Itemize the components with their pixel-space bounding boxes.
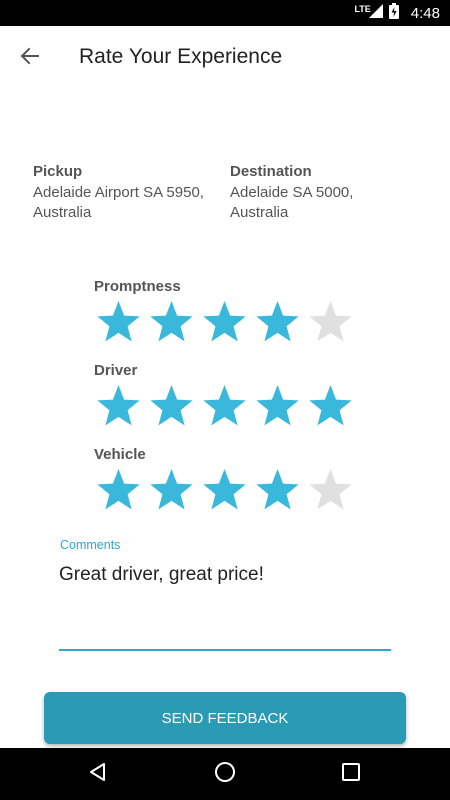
home-circle-icon	[214, 761, 236, 788]
comments-label: Comments	[60, 538, 121, 552]
star-icon[interactable]	[253, 382, 302, 431]
star-row-promptness	[94, 298, 364, 347]
signal-icon	[368, 3, 383, 23]
status-icons: LTE 4:48	[354, 0, 440, 26]
destination-address-line1: Adelaide SA 5000,	[230, 184, 354, 201]
star-icon[interactable]	[147, 466, 196, 515]
star-icon[interactable]	[306, 298, 355, 347]
rating-vehicle: Vehicle	[94, 446, 364, 515]
star-icon[interactable]	[94, 466, 143, 515]
star-icon[interactable]	[147, 298, 196, 347]
back-triangle-icon	[88, 762, 108, 787]
send-feedback-button[interactable]: SEND FEEDBACK	[44, 692, 406, 744]
navigation-bar	[0, 748, 450, 800]
battery-charging-icon	[388, 2, 399, 24]
destination-section: Destination Adelaide SA 5000, Australia	[230, 162, 420, 222]
comments-input[interactable]: Great driver, great price!	[59, 560, 391, 651]
pickup-address-line1: Adelaide Airport SA 5950,	[33, 184, 204, 201]
nav-home-button[interactable]	[211, 760, 239, 788]
star-row-vehicle	[94, 466, 364, 515]
destination-address-line2: Australia	[230, 204, 289, 221]
page-title: Rate Your Experience	[79, 45, 283, 68]
rating-label-vehicle: Vehicle	[94, 446, 146, 463]
back-button[interactable]	[14, 44, 46, 72]
star-icon[interactable]	[306, 466, 355, 515]
status-time: 4:48	[410, 4, 440, 22]
star-icon[interactable]	[94, 298, 143, 347]
nav-recents-button[interactable]	[337, 760, 365, 788]
pickup-section: Pickup Adelaide Airport SA 5950, Austral…	[33, 162, 223, 222]
status-bar: LTE 4:48	[0, 0, 450, 26]
star-icon[interactable]	[306, 382, 355, 431]
nav-back-button[interactable]	[84, 760, 112, 788]
pickup-label: Pickup	[33, 163, 83, 180]
pickup-address-line2: Australia	[33, 204, 92, 221]
star-row-driver	[94, 382, 364, 431]
star-icon[interactable]	[253, 298, 302, 347]
rating-driver: Driver	[94, 362, 364, 431]
star-icon[interactable]	[94, 382, 143, 431]
app-bar: Rate Your Experience	[0, 26, 450, 90]
star-icon[interactable]	[147, 382, 196, 431]
star-icon[interactable]	[200, 466, 249, 515]
star-icon[interactable]	[200, 298, 249, 347]
star-icon[interactable]	[253, 466, 302, 515]
star-icon[interactable]	[200, 382, 249, 431]
recents-square-icon	[342, 762, 360, 786]
arrow-left-icon	[20, 47, 40, 70]
rating-label-driver: Driver	[94, 362, 138, 379]
destination-label: Destination	[230, 163, 312, 180]
rating-label-promptness: Promptness	[94, 278, 181, 295]
rating-promptness: Promptness	[94, 278, 364, 347]
